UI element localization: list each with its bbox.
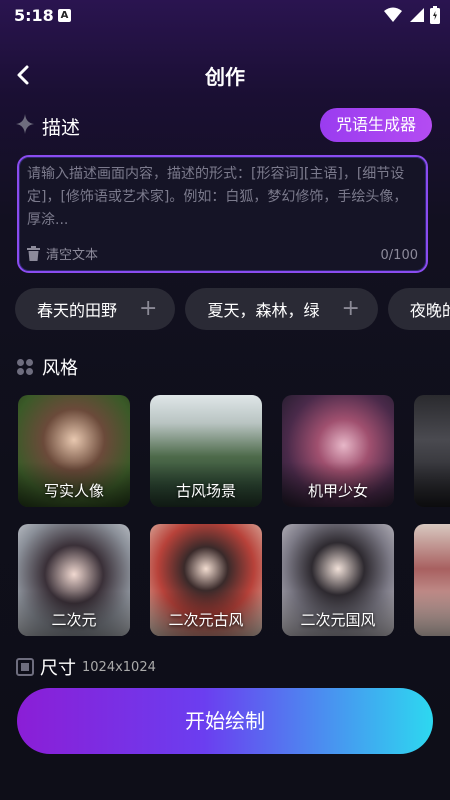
status-time: 5:18: [14, 6, 54, 25]
style-card-anime[interactable]: 二次元: [18, 524, 130, 636]
suggestion-chip[interactable]: 夜晚的 +: [387, 288, 450, 330]
suggestion-chip[interactable]: 春天的田野 +: [15, 288, 176, 330]
style-card-label: 二: [414, 609, 450, 630]
description-label: 描述: [42, 117, 81, 139]
style-grid-row-1: 写实人像 古风场景 机甲少女 室: [18, 395, 450, 507]
chip-label: 夏天，森林，绿: [207, 301, 320, 320]
style-section-label: 风格: [42, 358, 78, 379]
page-title: 创作: [205, 65, 245, 89]
prompt-placeholder: 请输入描述画面内容，描述的形式：[形容词][主语]，[细节设定]，[修饰语或艺术…: [27, 166, 408, 228]
clear-text-label: 清空文本: [46, 248, 99, 263]
style-card-anime-ancient[interactable]: 二次元古风: [150, 524, 262, 636]
style-grid-row-2: 二次元 二次元古风 二次元国风 二: [18, 524, 450, 636]
style-card-mecha-girl[interactable]: 机甲少女: [282, 395, 394, 507]
plus-icon: +: [139, 296, 158, 321]
style-card-interior[interactable]: 室: [414, 395, 450, 507]
char-counter: 0/100: [380, 248, 418, 263]
style-card-label: 古风场景: [175, 482, 236, 500]
wifi-icon: [384, 7, 402, 22]
sparkle-icon: [16, 114, 34, 134]
grid-icon: [17, 359, 33, 375]
style-card-ancient-scene[interactable]: 古风场景: [150, 395, 262, 507]
size-section-header: 尺寸 1024x1024: [16, 656, 156, 678]
prompt-generator-button[interactable]: 咒语生成器: [319, 108, 432, 142]
style-card-anime-more[interactable]: 二: [414, 524, 450, 636]
notification-app-icon: A: [58, 9, 71, 22]
suggestion-chips: 春天的田野 + 夏天，森林，绿 + 夜晚的 +: [15, 288, 450, 332]
style-card-label: 二次元国风: [300, 611, 376, 629]
size-value[interactable]: 1024x1024: [82, 660, 156, 675]
size-icon: [16, 658, 34, 676]
size-section-label: 尺寸: [40, 658, 76, 678]
style-section-header: 风格: [16, 354, 78, 380]
suggestion-chip[interactable]: 夏天，森林，绿 +: [185, 288, 378, 330]
description-header: 描述 咒语生成器: [0, 108, 450, 142]
signal-icon: [410, 8, 424, 22]
start-drawing-button[interactable]: 开始绘制: [17, 688, 433, 754]
clear-text-button[interactable]: 清空文本: [27, 244, 98, 263]
style-card-label: 写实人像: [43, 482, 104, 500]
trash-icon: [27, 246, 40, 261]
battery-icon: [430, 6, 440, 24]
style-card-label: 机甲少女: [307, 482, 368, 500]
style-card-label: 室: [414, 480, 450, 501]
style-card-label: 二次元: [51, 611, 97, 629]
style-card-realistic-portrait[interactable]: 写实人像: [18, 395, 130, 507]
chip-label: 夜晚的: [409, 301, 450, 320]
style-card-label: 二次元古风: [168, 611, 244, 629]
prompt-input[interactable]: 请输入描述画面内容，描述的形式：[形容词][主语]，[细节设定]，[修饰语或艺术…: [17, 155, 428, 273]
header: 创作: [0, 55, 450, 95]
plus-icon: +: [341, 296, 360, 321]
chip-label: 春天的田野: [37, 301, 118, 320]
system-icons: [384, 6, 440, 24]
status-bar: 5:18 A: [0, 0, 450, 32]
style-card-anime-guofeng[interactable]: 二次元国风: [282, 524, 394, 636]
